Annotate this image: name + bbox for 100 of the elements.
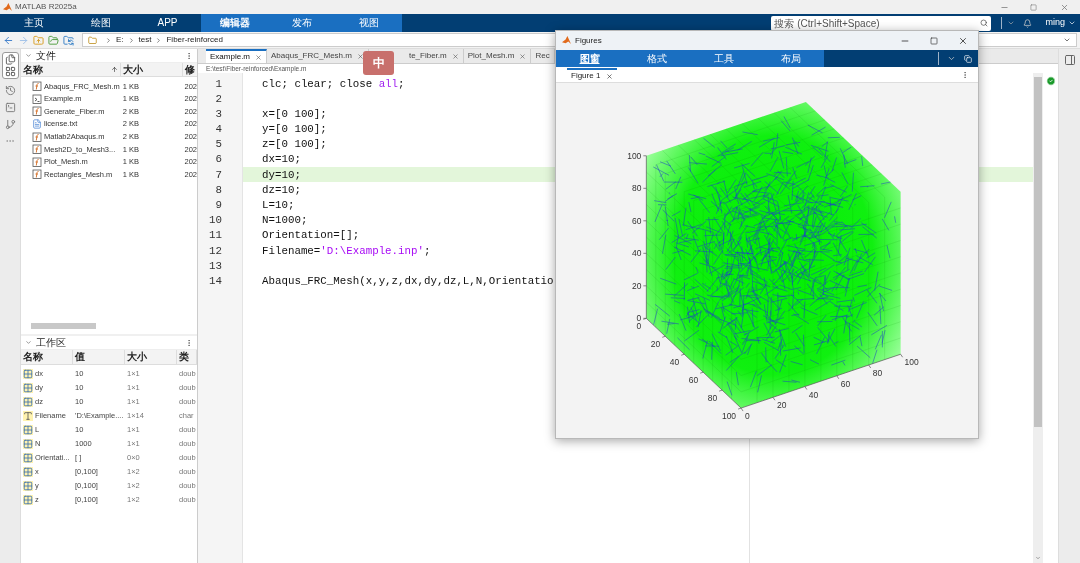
- script-file-icon: [32, 93, 42, 104]
- code-text: clc; clear; close all;: [262, 76, 405, 92]
- ribbon-tab[interactable]: 工具: [690, 50, 757, 67]
- line-number: 6: [214, 152, 222, 168]
- collapse-icon[interactable]: [25, 339, 32, 346]
- folder-open-icon[interactable]: [48, 34, 59, 46]
- ribbon-tab[interactable]: 编辑器: [201, 14, 268, 32]
- code-text: dy=10;: [262, 167, 301, 183]
- close-button[interactable]: [958, 35, 968, 46]
- notification-icon[interactable]: [1023, 18, 1033, 28]
- tick-label: 100: [904, 357, 919, 368]
- matrix-variable-icon: [23, 369, 33, 379]
- more-options-icon[interactable]: [185, 338, 193, 347]
- undock-icon[interactable]: [964, 54, 972, 63]
- forward-icon[interactable]: [18, 34, 29, 46]
- editor-tab[interactable]: Example.m: [206, 49, 267, 63]
- search-button[interactable]: [976, 15, 992, 31]
- tick-label: 20: [776, 400, 787, 411]
- tick-label: 100: [627, 150, 642, 161]
- column-header[interactable]: 值: [73, 350, 125, 364]
- grid-icon[interactable]: [4, 66, 16, 77]
- code-text: dx=10;: [262, 152, 301, 168]
- line-number: 7: [214, 167, 222, 183]
- matlab-logo-icon: [3, 2, 12, 12]
- close-tab-icon[interactable]: [606, 72, 614, 80]
- editor-tab[interactable]: Plot_Mesh.m: [463, 49, 532, 63]
- collapse-icon[interactable]: [1007, 19, 1016, 27]
- ribbon-tab[interactable]: 图窗: [556, 50, 623, 67]
- caret-icon: [1068, 19, 1076, 27]
- code-text: Abaqus_FRC_Mesh(x,y,z,dx,dy,dz,L,N,Orientatio: [262, 273, 554, 289]
- matrix-variable-icon: [23, 397, 33, 407]
- tick-label: 60: [688, 375, 699, 386]
- column-header[interactable]: 大小: [125, 350, 177, 364]
- search-field[interactable]: 搜索 (Ctrl+Shift+Space): [771, 15, 977, 31]
- terminal-icon[interactable]: [4, 102, 16, 113]
- path-segment[interactable]: Fiber-reinforced: [166, 34, 223, 46]
- ribbon-tab[interactable]: 发布: [268, 14, 335, 32]
- vertical-scrollbar[interactable]: [1033, 73, 1043, 563]
- input-method-tooltip: 中: [363, 51, 394, 75]
- ribbon-tab[interactable]: 视图: [335, 14, 402, 32]
- user-menu[interactable]: ming: [1045, 14, 1076, 32]
- code-text: N=1000;: [262, 213, 308, 229]
- panel-switcher[interactable]: [1, 52, 19, 79]
- matrix-variable-icon: [23, 495, 33, 505]
- search-icon: [980, 19, 988, 27]
- folder-up-icon[interactable]: [33, 34, 44, 46]
- close-tab-icon[interactable]: [451, 52, 459, 60]
- files-icon[interactable]: [4, 54, 16, 65]
- tick-label: 40: [631, 248, 642, 259]
- editor-tab[interactable]: Rec: [531, 49, 555, 63]
- line-number: 5: [214, 137, 222, 153]
- close-tab-icon[interactable]: [356, 52, 364, 60]
- tick-label: 80: [707, 393, 718, 404]
- path-segment[interactable]: E:: [116, 34, 124, 46]
- close-tab-icon[interactable]: [255, 53, 262, 61]
- ribbon-tab[interactable]: 格式: [623, 50, 690, 67]
- tick-label: 0: [636, 321, 642, 332]
- function-file-icon: [32, 156, 42, 167]
- matrix-variable-icon: [23, 481, 33, 491]
- ribbon-tab[interactable]: 布局: [757, 50, 824, 67]
- collapse-icon[interactable]: [947, 54, 956, 63]
- dropdown-icon[interactable]: [1063, 36, 1071, 44]
- column-header[interactable]: 类: [177, 350, 197, 364]
- folder-icon: [88, 35, 97, 45]
- figure-tab[interactable]: Figure 1: [567, 68, 618, 82]
- tick-label: 80: [631, 183, 642, 194]
- line-number: 13: [208, 258, 222, 274]
- column-header[interactable]: 修: [183, 63, 197, 76]
- ribbon-tab[interactable]: 主页: [0, 14, 67, 32]
- scroll-down-icon[interactable]: [1035, 555, 1041, 561]
- char-variable-icon: [23, 411, 33, 421]
- matrix-variable-icon: [23, 425, 33, 435]
- ribbon-tab[interactable]: 绘图: [67, 14, 134, 32]
- code-text: x=[0 100];: [262, 106, 327, 122]
- collapse-icon[interactable]: [25, 52, 32, 59]
- ribbon-tab[interactable]: APP: [134, 14, 201, 32]
- matrix-variable-icon: [23, 383, 33, 393]
- function-file-icon: [32, 144, 42, 155]
- more-options-icon[interactable]: [185, 51, 193, 60]
- more-options-icon[interactable]: [961, 71, 969, 79]
- line-number: 1: [214, 76, 222, 92]
- column-header[interactable]: 大小: [121, 63, 183, 76]
- tick-label: 0: [636, 313, 642, 324]
- maximize-button[interactable]: [1030, 3, 1037, 11]
- tick-label: 20: [650, 339, 661, 350]
- panel-icon[interactable]: [1063, 54, 1076, 66]
- matrix-variable-icon: [23, 467, 33, 477]
- branch-icon[interactable]: [4, 119, 16, 130]
- path-segment[interactable]: test: [138, 34, 152, 46]
- close-tab-icon[interactable]: [519, 52, 527, 60]
- sort-icon: [111, 66, 118, 73]
- folder-sync-icon[interactable]: [63, 34, 74, 46]
- back-icon[interactable]: [3, 34, 14, 46]
- chevron-icon: [127, 36, 135, 44]
- history-icon[interactable]: [4, 85, 16, 96]
- line-number: 10: [208, 213, 222, 229]
- maximize-button[interactable]: [930, 36, 938, 45]
- code-text: L=10;: [262, 198, 295, 213]
- column-header[interactable]: 名称: [21, 63, 121, 76]
- column-header[interactable]: 名称: [21, 350, 73, 364]
